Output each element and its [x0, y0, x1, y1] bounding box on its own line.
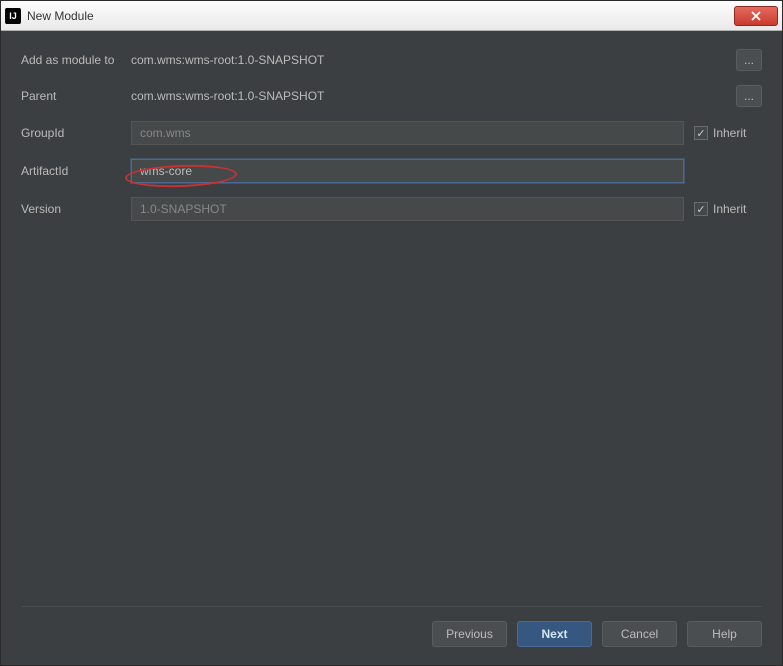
add-as-module-browse-button[interactable]: ...: [736, 49, 762, 71]
app-icon: IJ: [5, 8, 21, 24]
groupid-label: GroupId: [21, 126, 131, 140]
close-button[interactable]: [734, 6, 778, 26]
cancel-button[interactable]: Cancel: [602, 621, 677, 647]
version-label: Version: [21, 202, 131, 216]
groupid-row: GroupId ✓ Inherit: [21, 121, 762, 145]
help-button[interactable]: Help: [687, 621, 762, 647]
window-title: New Module: [27, 9, 734, 23]
artifactid-input[interactable]: [131, 159, 684, 183]
parent-row: Parent com.wms:wms-root:1.0-SNAPSHOT ...: [21, 85, 762, 107]
add-as-module-row: Add as module to com.wms:wms-root:1.0-SN…: [21, 49, 762, 71]
groupid-inherit-label: Inherit: [713, 126, 746, 140]
version-inherit[interactable]: ✓ Inherit: [694, 202, 762, 216]
parent-value: com.wms:wms-root:1.0-SNAPSHOT: [131, 89, 736, 103]
parent-browse-button[interactable]: ...: [736, 85, 762, 107]
artifactid-row: ArtifactId: [21, 159, 762, 183]
version-inherit-checkbox[interactable]: ✓: [694, 202, 708, 216]
groupid-inherit[interactable]: ✓ Inherit: [694, 126, 762, 140]
add-as-module-label: Add as module to: [21, 53, 131, 67]
next-button[interactable]: Next: [517, 621, 592, 647]
groupid-input[interactable]: [131, 121, 684, 145]
new-module-dialog: IJ New Module Add as module to com.wms:w…: [0, 0, 783, 666]
add-as-module-value: com.wms:wms-root:1.0-SNAPSHOT: [131, 53, 736, 67]
button-bar: Previous Next Cancel Help: [21, 606, 762, 647]
titlebar: IJ New Module: [1, 1, 782, 31]
previous-button[interactable]: Previous: [432, 621, 507, 647]
close-icon: [750, 11, 762, 21]
parent-label: Parent: [21, 89, 131, 103]
version-inherit-label: Inherit: [713, 202, 746, 216]
artifactid-label: ArtifactId: [21, 164, 131, 178]
content-area: Add as module to com.wms:wms-root:1.0-SN…: [1, 31, 782, 665]
groupid-inherit-checkbox[interactable]: ✓: [694, 126, 708, 140]
version-row: Version ✓ Inherit: [21, 197, 762, 221]
version-input[interactable]: [131, 197, 684, 221]
